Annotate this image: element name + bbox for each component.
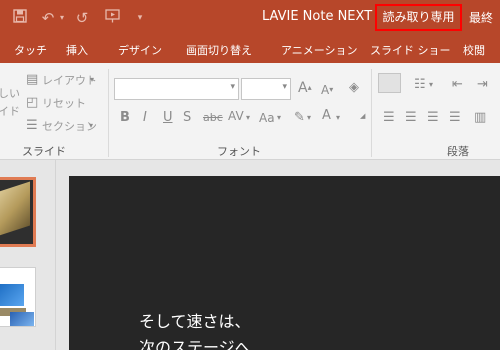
decrease-indent-icon[interactable]: ⇤ — [452, 77, 463, 93]
slide-canvas[interactable]: そして速さは、 次のステージへ — [69, 176, 500, 350]
strikethrough-button[interactable]: abc — [203, 110, 223, 126]
tab-insert[interactable]: 挿入 — [66, 42, 88, 58]
character-spacing-button[interactable]: AV — [228, 108, 244, 124]
title-bar: ↶ ▾ ↺ ▾ LAVIE Note NEXT 読み取り専用 最終 — [0, 0, 500, 36]
slide-thumbnail-pane — [0, 160, 56, 350]
laptop-screen-image — [0, 284, 24, 306]
highlight-icon[interactable]: ✎ — [294, 110, 305, 126]
font-name-combo[interactable]: ▾ — [114, 78, 239, 100]
group-separator — [108, 69, 109, 157]
ribbon-body: しい イド ▤ レイアウト ▾ ◰ リセット ☰ セクション ▾ スライド ▾ … — [0, 63, 500, 160]
section-icon: ☰ — [26, 118, 38, 133]
customize-qat-icon[interactable]: ▾ — [134, 8, 146, 28]
layout-icon: ▤ — [26, 72, 39, 87]
slides-group-label: スライド — [22, 145, 66, 158]
font-dialog-launcher-icon[interactable]: ◢ — [360, 108, 365, 124]
numbering-icon[interactable]: ☷ — [414, 77, 426, 93]
new-slide-button-text-2[interactable]: イド — [0, 103, 20, 119]
highlight-dropdown-icon[interactable]: ▾ — [307, 110, 311, 126]
tab-design[interactable]: デザイン — [118, 42, 162, 58]
font-name-dropdown-icon[interactable]: ▾ — [230, 82, 235, 92]
tab-slideshow[interactable]: スライド ショー — [370, 42, 451, 58]
undo-dropdown-icon[interactable]: ▾ — [57, 8, 67, 28]
increase-indent-icon[interactable]: ⇥ — [477, 77, 488, 93]
change-case-dropdown-icon[interactable]: ▾ — [277, 110, 281, 126]
slide-thumbnail-2[interactable] — [0, 267, 36, 327]
title-tail-text: 最終 — [469, 11, 494, 25]
section-dropdown-icon[interactable]: ▾ — [89, 118, 93, 134]
layout-dropdown-icon[interactable]: ▾ — [90, 72, 94, 88]
character-spacing-dropdown-icon[interactable]: ▾ — [246, 110, 250, 126]
italic-button[interactable]: I — [143, 110, 147, 126]
font-size-combo[interactable]: ▾ — [241, 78, 291, 100]
redo-icon[interactable]: ↺ — [74, 8, 90, 28]
slide-text-line-1[interactable]: そして速さは、 — [139, 308, 251, 332]
ribbon-tabs: タッチ 挿入 デザイン 画面切り替え アニメーション スライド ショー 校閲 — [0, 36, 500, 63]
bold-button[interactable]: B — [120, 110, 130, 126]
new-slide-button-text[interactable]: しい — [0, 85, 20, 101]
tab-transitions[interactable]: 画面切り替え — [186, 42, 252, 58]
align-left-active — [378, 73, 401, 93]
shadow-button[interactable]: S — [183, 110, 191, 126]
laptop-screen-image-2 — [10, 312, 34, 326]
document-title: LAVIE Note NEXT — [262, 9, 373, 24]
paragraph-group-label: 段落 — [447, 145, 469, 158]
align-right-icon[interactable]: ☰ — [427, 110, 439, 126]
slide-text-line-2[interactable]: 次のステージへ — [139, 334, 251, 350]
laptop-image — [0, 181, 30, 239]
slide-thumbnail-1[interactable] — [0, 177, 36, 247]
justify-icon[interactable]: ☰ — [449, 110, 461, 126]
undo-icon[interactable]: ↶ — [40, 8, 56, 28]
shrink-font-icon[interactable]: A▾ — [321, 82, 333, 98]
layout-button[interactable]: レイアウト — [42, 72, 97, 88]
font-group-label: フォント — [217, 145, 261, 158]
present-from-start-icon[interactable] — [104, 8, 122, 28]
group-separator — [371, 69, 372, 157]
reset-icon: ◰ — [26, 95, 39, 110]
numbering-dropdown-icon[interactable]: ▾ — [429, 77, 433, 93]
underline-button[interactable]: U — [163, 110, 173, 126]
tab-touch[interactable]: タッチ — [14, 42, 47, 58]
columns-icon[interactable]: ▥ — [474, 110, 486, 126]
font-color-icon[interactable]: A — [322, 108, 331, 124]
align-center-icon[interactable]: ☰ — [405, 110, 417, 126]
font-color-dropdown-icon[interactable]: ▾ — [336, 110, 340, 126]
font-size-dropdown-icon[interactable]: ▾ — [282, 82, 287, 92]
save-icon[interactable] — [12, 8, 28, 28]
tab-animations[interactable]: アニメーション — [281, 42, 358, 58]
grow-font-icon[interactable]: A▴ — [298, 80, 312, 96]
clear-formatting-icon[interactable]: ◈ — [349, 80, 359, 96]
change-case-button[interactable]: Aa — [259, 110, 275, 126]
align-left-icon[interactable]: ☰ — [383, 110, 395, 126]
tab-review[interactable]: 校閲 — [463, 42, 485, 58]
read-only-indicator[interactable]: 読み取り専用 — [375, 4, 462, 31]
reset-button[interactable]: リセット — [42, 95, 86, 111]
